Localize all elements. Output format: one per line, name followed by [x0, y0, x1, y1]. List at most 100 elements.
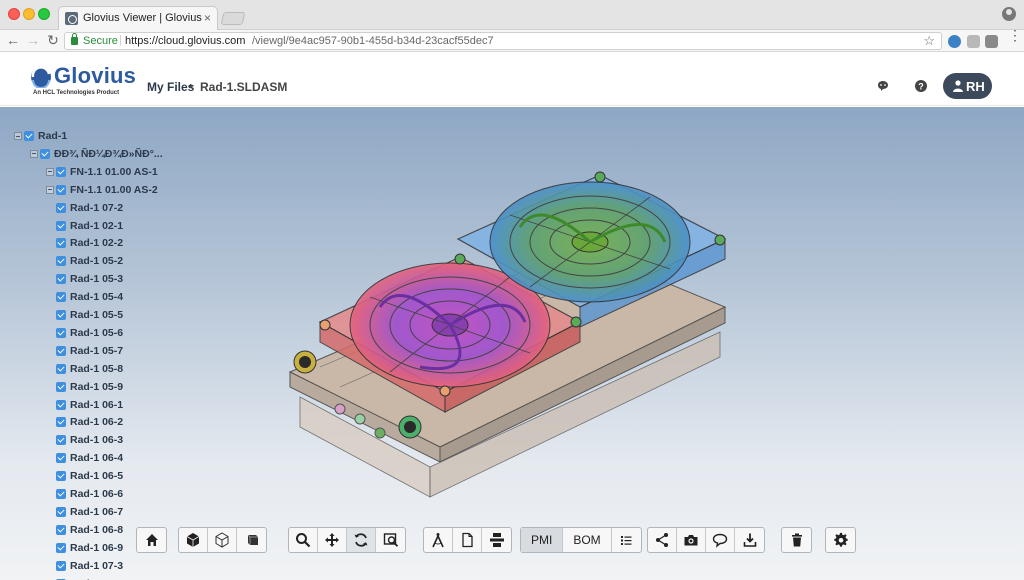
- shaded-edges-cube-icon: [247, 534, 258, 545]
- glovius-logo[interactable]: Glovius An HCL Technologies Product: [30, 63, 140, 99]
- delete-group: [781, 527, 812, 553]
- tree-visibility-checkbox[interactable]: [24, 131, 34, 141]
- extension-icon[interactable]: [967, 35, 980, 48]
- tree-visibility-checkbox[interactable]: [56, 238, 66, 249]
- tree-visibility-checkbox[interactable]: [56, 220, 66, 231]
- shaded-view-button[interactable]: [179, 528, 208, 552]
- home-icon: [145, 534, 158, 546]
- tree-visibility-checkbox[interactable]: [56, 453, 66, 464]
- url-path: /viewgl/9e4ac957-90b1-455d-b34d-23cacf55…: [252, 35, 494, 47]
- user-menu-button[interactable]: RH: [943, 73, 992, 99]
- tree-node-label: Rad-1 05-5: [70, 309, 124, 321]
- tree-visibility-checkbox[interactable]: [56, 542, 66, 553]
- bom-button[interactable]: BOM: [563, 528, 612, 552]
- tree-visibility-checkbox[interactable]: [56, 363, 66, 374]
- search-icon: [296, 533, 311, 548]
- pan-button[interactable]: [318, 528, 347, 552]
- section-button[interactable]: [453, 528, 482, 552]
- tree-visibility-checkbox[interactable]: [56, 435, 66, 446]
- new-tab-button[interactable]: [220, 12, 246, 25]
- tree-node-label: Rad-1 06-9: [70, 541, 124, 554]
- reload-icon[interactable]: ↻: [45, 32, 61, 49]
- minimize-window-button[interactable]: [23, 8, 35, 20]
- forward-arrow-icon[interactable]: →: [25, 32, 41, 48]
- browser-profile-icon[interactable]: [1002, 7, 1016, 21]
- bookmark-star-icon[interactable]: ☆: [923, 33, 935, 49]
- tree-visibility-checkbox[interactable]: [56, 381, 66, 392]
- navigation-group: [288, 527, 406, 553]
- tree-node-label: Rad-1 05-2: [70, 255, 124, 268]
- tree-collapse-icon[interactable]: [14, 132, 22, 140]
- tree-visibility-checkbox[interactable]: [56, 184, 66, 195]
- delete-button[interactable]: [782, 528, 811, 552]
- trash-icon: [791, 533, 802, 547]
- close-window-button[interactable]: [8, 8, 20, 20]
- chat-icon[interactable]: [876, 79, 890, 93]
- tree-visibility-checkbox[interactable]: [56, 560, 66, 571]
- tree-node-label: Rad-1 07-3: [70, 559, 124, 572]
- comments-button[interactable]: [706, 528, 735, 552]
- tree-node-label: Rad-1 07-2: [70, 201, 124, 214]
- help-icon[interactable]: ?: [914, 79, 928, 93]
- tree-visibility-checkbox[interactable]: [56, 256, 66, 267]
- explode-button[interactable]: [482, 528, 511, 552]
- tree-visibility-checkbox[interactable]: [56, 417, 66, 428]
- download-icon: [743, 533, 756, 547]
- tree-visibility-checkbox[interactable]: [56, 202, 66, 213]
- document-icon: [462, 532, 473, 548]
- zoom-fit-button[interactable]: [376, 528, 405, 552]
- tree-visibility-checkbox[interactable]: [56, 327, 66, 338]
- tree-node-label: Rad-1 05-7: [70, 344, 124, 357]
- breadcrumb-my-files[interactable]: My Files: [147, 80, 194, 94]
- browser-tab[interactable]: Glovius Viewer | Glovius ×: [58, 6, 218, 30]
- snapshot-button[interactable]: [677, 528, 706, 552]
- tree-visibility-checkbox[interactable]: [56, 292, 66, 303]
- share-button[interactable]: [648, 528, 677, 552]
- extension-icon[interactable]: [948, 35, 961, 48]
- logo-text: Glovius: [54, 63, 137, 88]
- list-button[interactable]: [612, 528, 641, 552]
- camera-icon: [684, 535, 698, 546]
- maximize-window-button[interactable]: [38, 8, 50, 20]
- measure-button[interactable]: [424, 528, 453, 552]
- user-initials: RH: [966, 79, 985, 94]
- pmi-button[interactable]: PMI: [521, 528, 564, 552]
- tree-collapse-icon[interactable]: [46, 185, 54, 194]
- tree-node-label: Rad-1 02-2: [70, 237, 124, 250]
- 3d-viewport[interactable]: Rad-1 ÐÐ¾ ÑÐ¼Ð¾Ð»ÑÐ°... FN-1.1 01.00 AS-1 F…: [0, 107, 1024, 580]
- tree-collapse-icon[interactable]: [30, 149, 38, 158]
- browser-menu-icon[interactable]: ⋮: [1008, 28, 1022, 42]
- settings-button[interactable]: [826, 528, 855, 552]
- tree-node-label: Rad-1 06-6: [70, 488, 124, 500]
- tree-visibility-checkbox[interactable]: [56, 506, 66, 517]
- tree-visibility-checkbox[interactable]: [40, 148, 50, 159]
- wireframe-view-button[interactable]: [208, 528, 237, 552]
- app-header: Glovius An HCL Technologies Product My F…: [0, 53, 1024, 106]
- tree-node-label: Rad-1 05-9: [70, 380, 124, 393]
- share-icon: [656, 533, 668, 547]
- shaded-edges-view-button[interactable]: [237, 528, 266, 552]
- zoom-button[interactable]: [289, 528, 318, 552]
- tree-visibility-checkbox[interactable]: [56, 471, 66, 482]
- tree-visibility-checkbox[interactable]: [56, 489, 66, 499]
- tree-visibility-checkbox[interactable]: [56, 399, 66, 410]
- back-arrow-icon[interactable]: ←: [5, 32, 21, 48]
- home-group: [136, 527, 167, 553]
- home-button[interactable]: [137, 528, 166, 552]
- tree-visibility-checkbox[interactable]: [56, 310, 66, 320]
- url-host: https://cloud.glovius.com: [125, 35, 246, 47]
- tree-collapse-icon[interactable]: [46, 167, 54, 176]
- extension-icon[interactable]: [985, 35, 998, 48]
- tree-node-label: Rad-1 06-3: [70, 434, 124, 447]
- download-button[interactable]: [735, 528, 764, 552]
- tab-close-icon[interactable]: ×: [204, 11, 211, 25]
- tree-node-label: Rad-1 06-1: [70, 398, 124, 411]
- tree-visibility-checkbox[interactable]: [56, 274, 66, 285]
- tree-visibility-checkbox[interactable]: [56, 166, 66, 177]
- tab-title: Glovius Viewer | Glovius: [83, 12, 202, 24]
- tree-visibility-checkbox[interactable]: [56, 524, 66, 535]
- address-bar[interactable]: Secure | https://cloud.glovius.com /view…: [64, 32, 942, 50]
- tree-visibility-checkbox[interactable]: [56, 345, 66, 356]
- rotate-button[interactable]: [347, 528, 376, 552]
- radiator-assembly-model[interactable]: [280, 147, 750, 507]
